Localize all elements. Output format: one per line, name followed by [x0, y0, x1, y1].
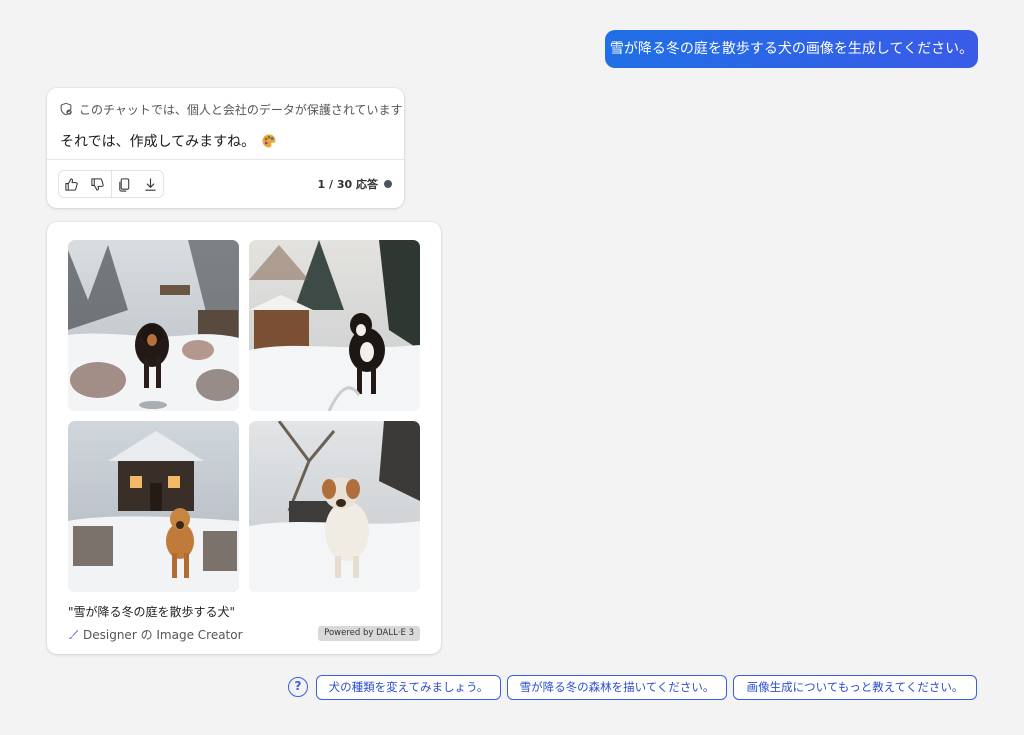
- designer-label: Designer の Image Creator: [83, 628, 243, 642]
- generated-image-2[interactable]: [249, 240, 420, 411]
- copy-icon: [119, 177, 130, 192]
- dog-snow-garden-image: [249, 421, 420, 592]
- generated-image-1[interactable]: [68, 240, 239, 411]
- help-icon[interactable]: ?: [288, 677, 308, 697]
- download-button[interactable]: [137, 171, 163, 197]
- response-counter: 1 / 30 応答: [318, 176, 392, 192]
- shield-check-icon: [60, 102, 72, 116]
- privacy-notice-text: このチャットでは、個人と会社のデータが保護されています: [79, 102, 403, 117]
- response-status-dot: [384, 180, 392, 188]
- image-result-card: "雪が降る冬の庭を散歩する犬" Designer の Image Creator…: [47, 222, 441, 654]
- dog-snow-garden-image: [249, 240, 420, 411]
- image-caption: "雪が降る冬の庭を散歩する犬": [68, 605, 236, 619]
- dislike-button[interactable]: [85, 171, 111, 197]
- assistant-message-text: それでは、作成してみますね。: [60, 134, 256, 150]
- assistant-message: それでは、作成してみますね。: [60, 131, 277, 151]
- assistant-response-card: このチャットでは、個人と会社のデータが保護されています それでは、作成してみます…: [47, 88, 404, 208]
- powered-by-badge: Powered by DALL·E 3: [318, 626, 420, 641]
- download-icon: [144, 177, 156, 191]
- privacy-notice: このチャットでは、個人と会社のデータが保護されています: [59, 100, 403, 118]
- designer-link[interactable]: Designer の Image Creator: [68, 626, 243, 643]
- response-count-text: 1 / 30 応答: [317, 178, 378, 191]
- card-divider: [47, 159, 404, 160]
- suggestion-chip-1[interactable]: 犬の種類を変えてみましょう。: [316, 675, 501, 700]
- dog-snow-garden-image: [68, 421, 239, 592]
- dog-snow-garden-image: [68, 240, 239, 411]
- suggestion-chip-2[interactable]: 雪が降る冬の森林を描いてください。: [507, 675, 727, 700]
- like-icon: [65, 177, 79, 191]
- dislike-icon: [91, 177, 104, 191]
- suggestion-chip-3[interactable]: 画像生成についてもっと教えてください。: [733, 675, 977, 700]
- response-actions: [58, 170, 164, 198]
- like-button[interactable]: [59, 171, 85, 197]
- generated-image-4[interactable]: [249, 421, 420, 592]
- palette-icon: [262, 134, 276, 148]
- copy-button[interactable]: [110, 171, 138, 197]
- user-message-bubble: 雪が降る冬の庭を散歩する犬の画像を生成してください。: [605, 30, 978, 68]
- generated-image-3[interactable]: [68, 421, 239, 592]
- designer-brush-icon: [68, 629, 79, 640]
